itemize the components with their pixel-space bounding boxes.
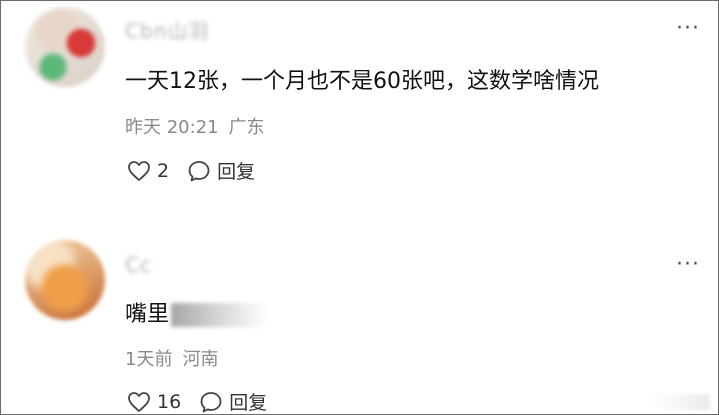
like-count: 16 [157, 390, 182, 413]
username[interactable]: Cc [125, 253, 159, 277]
comment-time: 1天前 [125, 349, 173, 370]
reply-label: 回复 [229, 392, 268, 414]
comment-text: 嘴里 [125, 296, 270, 328]
like-button[interactable]: 16 [127, 391, 181, 413]
comment-item: Cbn山羽 ··· 一天12张，一个月也不是60张吧，这数学啥情况 昨天 20:… [1, 1, 718, 206]
heart-icon [128, 391, 150, 412]
comment-time: 昨天 20:21 [125, 117, 219, 138]
watermark [650, 394, 710, 410]
like-count: 2 [157, 159, 170, 182]
reply-label: 回复 [217, 161, 256, 183]
comment-text-visible: 嘴里 [125, 302, 170, 327]
heart-icon [128, 160, 150, 181]
comment-location: 河南 [182, 349, 219, 370]
comment-actions: 16 回复 [127, 388, 285, 414]
comment-bubble-icon [188, 160, 210, 181]
comment-text: 一天12张，一个月也不是60张吧，这数学啥情况 [125, 69, 599, 94]
comment-list: Cbn山羽 ··· 一天12张，一个月也不是60张吧，这数学啥情况 昨天 20:… [0, 0, 719, 415]
reply-button[interactable]: 回复 [199, 388, 268, 414]
more-options-icon[interactable]: ··· [676, 18, 700, 40]
reply-button[interactable]: 回复 [187, 157, 255, 184]
comment-bubble-icon [200, 391, 222, 412]
comment-item: Cc ··· 嘴里 1天前 河南 16 回复 [1, 236, 718, 414]
comment-actions: 2 回复 [127, 157, 273, 184]
comment-meta: 昨天 20:21 广东 [125, 113, 265, 139]
redacted-text [171, 303, 270, 327]
comment-meta: 1天前 河南 [125, 345, 218, 371]
like-button[interactable]: 2 [127, 160, 169, 182]
avatar[interactable] [25, 7, 105, 87]
username[interactable]: Cbn山羽 [125, 15, 215, 43]
comment-location: 广东 [228, 117, 265, 138]
avatar[interactable] [25, 240, 105, 320]
more-options-icon[interactable]: ··· [676, 254, 700, 276]
